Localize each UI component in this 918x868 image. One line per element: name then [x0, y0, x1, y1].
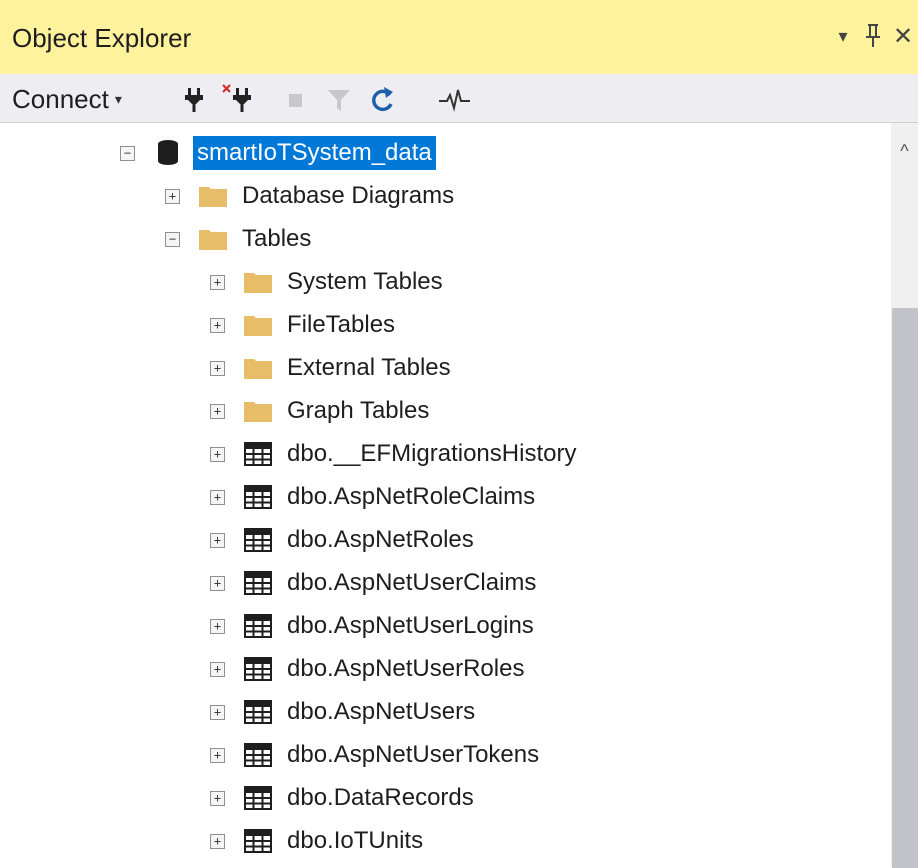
object-explorer-titlebar: Object Explorer ▾ ✕	[0, 0, 918, 74]
tree-node-table[interactable]: + dbo.DataRecords	[210, 778, 478, 818]
tree-label: System Tables	[287, 268, 443, 295]
vertical-scrollbar[interactable]: ^	[891, 123, 918, 868]
table-icon	[243, 483, 273, 511]
tree-label: Graph Tables	[287, 397, 430, 424]
tree-label: dbo.AspNetUserClaims	[287, 569, 537, 596]
pin-icon[interactable]	[858, 18, 888, 54]
tree-label: dbo.AspNetUsers	[287, 698, 476, 725]
expand-icon[interactable]: +	[210, 618, 225, 634]
collapse-icon[interactable]: −	[120, 145, 135, 161]
dropdown-icon[interactable]: ▾	[828, 18, 858, 54]
tree-node-folder[interactable]: + Database Diagrams	[165, 176, 458, 216]
tree-label: dbo.IoTUnits	[287, 827, 424, 854]
tree-node-folder[interactable]: + System Tables	[210, 262, 447, 302]
tree-node-table[interactable]: + dbo.AspNetUsers	[210, 692, 479, 732]
tree-node-table[interactable]: + dbo.AspNetRoles	[210, 520, 478, 560]
expand-icon[interactable]: +	[210, 661, 225, 677]
tree-node-folder[interactable]: + Graph Tables	[210, 391, 433, 431]
tree-label: dbo.AspNetUserRoles	[287, 655, 525, 682]
tree-label: External Tables	[287, 354, 451, 381]
folder-icon	[243, 354, 273, 382]
tree-node-folder[interactable]: − Tables	[165, 219, 315, 259]
tree-label: dbo.AspNetUserTokens	[287, 741, 540, 768]
tree-label: smartIoTSystem_data	[193, 136, 436, 170]
tree-node-table[interactable]: + dbo.AspNetRoleClaims	[210, 477, 539, 517]
connect-label: Connect	[12, 84, 109, 114]
disconnect-plug-icon[interactable]	[222, 84, 252, 114]
table-icon	[243, 569, 273, 597]
expand-icon[interactable]: +	[210, 274, 225, 290]
expand-icon[interactable]: +	[210, 317, 225, 333]
folder-icon	[243, 311, 273, 339]
expand-icon[interactable]: +	[210, 360, 225, 376]
filter-icon[interactable]	[325, 84, 355, 114]
tree-label: dbo.AspNetRoles	[287, 526, 474, 553]
expand-icon[interactable]: +	[210, 532, 225, 548]
scrollbar-thumb[interactable]	[892, 308, 918, 868]
expand-icon[interactable]: +	[210, 575, 225, 591]
expand-icon[interactable]: +	[210, 704, 225, 720]
table-icon	[243, 784, 273, 812]
table-icon	[243, 526, 273, 554]
tree-node-table[interactable]: + dbo.AspNetUserLogins	[210, 606, 538, 646]
tree-label: Tables	[242, 225, 312, 252]
database-icon	[153, 139, 183, 167]
expand-icon[interactable]: +	[210, 489, 225, 505]
refresh-icon[interactable]	[368, 84, 398, 114]
expand-icon[interactable]: +	[165, 188, 180, 204]
connect-button[interactable]: Connect ▾	[12, 82, 122, 116]
table-icon	[243, 827, 273, 855]
tree-node-table[interactable]: + dbo.__EFMigrationsHistory	[210, 434, 580, 474]
tree-node-folder[interactable]: + FileTables	[210, 305, 399, 345]
folder-icon	[243, 397, 273, 425]
panel-title: Object Explorer	[12, 23, 192, 53]
object-explorer-toolbar: Connect ▾	[0, 74, 918, 123]
collapse-icon[interactable]: −	[165, 231, 180, 247]
table-icon	[243, 612, 273, 640]
tree-label: FileTables	[287, 311, 396, 338]
tree-node-table[interactable]: + dbo.IoTUnits	[210, 821, 427, 861]
tree-node-database[interactable]: − smartIoTSystem_data	[120, 133, 436, 173]
expand-icon[interactable]: +	[210, 747, 225, 763]
expand-icon[interactable]: +	[210, 446, 225, 462]
folder-icon	[198, 182, 228, 210]
stop-icon[interactable]	[283, 84, 313, 114]
connect-plug-icon[interactable]	[180, 84, 210, 114]
table-icon	[243, 698, 273, 726]
scroll-up-icon[interactable]: ^	[891, 137, 918, 165]
object-explorer-tree: − smartIoTSystem_data + Database Diagram…	[0, 123, 890, 867]
tree-node-folder[interactable]: + External Tables	[210, 348, 455, 388]
tree-node-table[interactable]: + dbo.AspNetUserClaims	[210, 563, 540, 603]
folder-icon	[198, 225, 228, 253]
activity-monitor-icon[interactable]	[438, 84, 470, 114]
table-icon	[243, 655, 273, 683]
folder-icon	[243, 268, 273, 296]
expand-icon[interactable]: +	[210, 833, 225, 849]
expand-icon[interactable]: +	[210, 790, 225, 806]
table-icon	[243, 440, 273, 468]
tree-label: dbo.DataRecords	[287, 784, 474, 811]
tree-label: dbo.AspNetUserLogins	[287, 612, 534, 639]
tree-node-table[interactable]: + dbo.AspNetUserRoles	[210, 649, 528, 689]
table-icon	[243, 741, 273, 769]
close-icon[interactable]: ✕	[888, 18, 918, 54]
tree-label: Database Diagrams	[242, 182, 455, 209]
tree-node-table[interactable]: + dbo.AspNetUserTokens	[210, 735, 543, 775]
expand-icon[interactable]: +	[210, 403, 225, 419]
tree-label: dbo.AspNetRoleClaims	[287, 483, 536, 510]
tree-label: dbo.__EFMigrationsHistory	[287, 440, 577, 467]
chevron-down-icon: ▾	[114, 91, 122, 107]
window-controls: ▾ ✕	[828, 16, 918, 56]
